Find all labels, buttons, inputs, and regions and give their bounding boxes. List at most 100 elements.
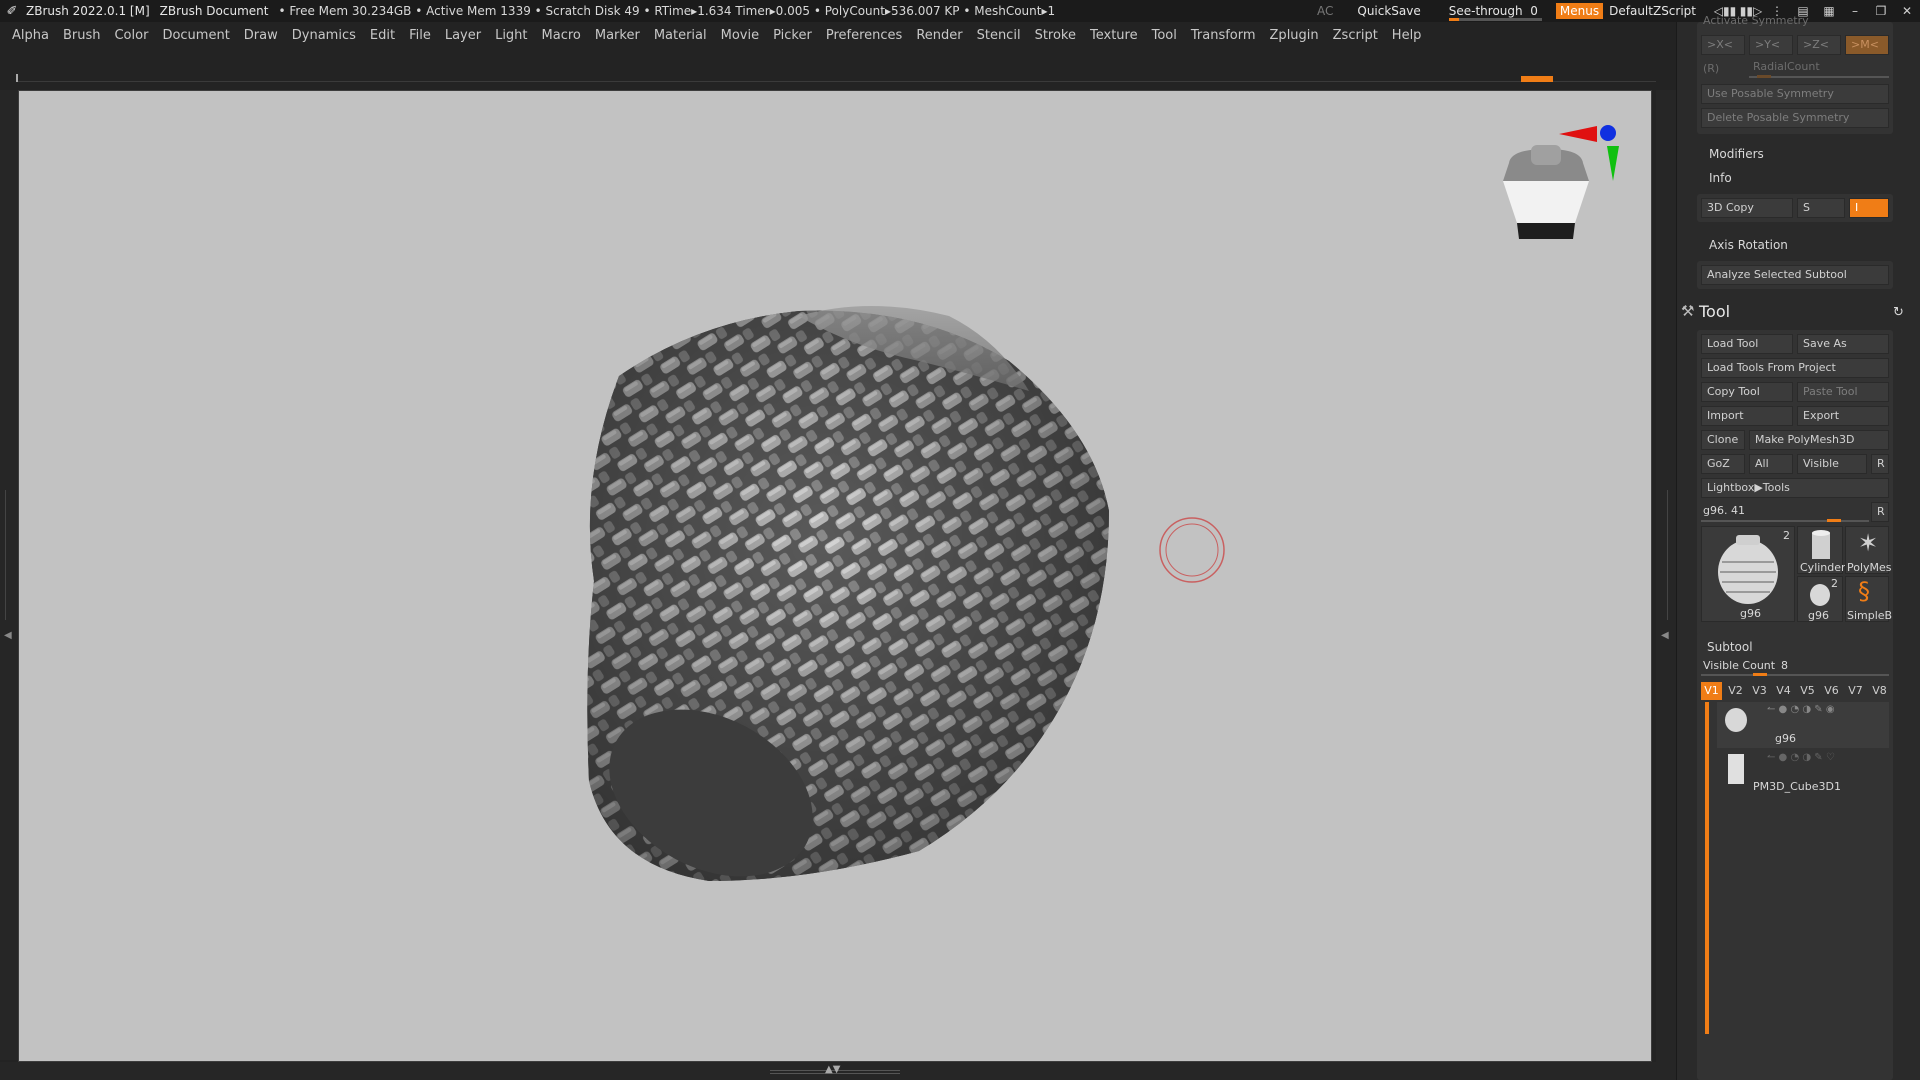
menu-picker[interactable]: Picker <box>773 28 812 43</box>
goz-visible-button[interactable]: Visible <box>1797 454 1867 474</box>
menu-draw[interactable]: Draw <box>244 28 278 43</box>
menu-movie[interactable]: Movie <box>721 28 759 43</box>
menu-transform[interactable]: Transform <box>1191 28 1256 43</box>
menu-stroke[interactable]: Stroke <box>1035 28 1076 43</box>
tab-v4[interactable]: V4 <box>1773 682 1794 700</box>
tab-v2[interactable]: V2 <box>1725 682 1746 700</box>
menu-dynamics[interactable]: Dynamics <box>292 28 356 43</box>
3d-copy-button[interactable]: 3D Copy <box>1701 198 1793 218</box>
menu-light[interactable]: Light <box>495 28 527 43</box>
menu-document[interactable]: Document <box>162 28 229 43</box>
shelf-marker[interactable] <box>1521 76 1553 82</box>
subtool-list-scrollbar[interactable] <box>1705 702 1709 1034</box>
use-posable-symmetry-button[interactable]: Use Posable Symmetry <box>1701 84 1889 104</box>
right-tray-grip[interactable] <box>1662 490 1668 620</box>
sym-y-button[interactable]: >Y< <box>1749 35 1793 55</box>
make-polymesh3d-button[interactable]: Make PolyMesh3D <box>1749 430 1889 450</box>
subtool-item-pm3d-cube[interactable]: ↼ ● ◔ ◑ ✎ ♡ PM3D_Cube3D1 <box>1717 750 1889 796</box>
quicksave-button[interactable]: QuickSave <box>1357 4 1420 18</box>
sym-z-button[interactable]: >Z< <box>1797 35 1841 55</box>
tool-thumb-simpleb[interactable]: § SimpleB <box>1845 576 1892 622</box>
goz-r-button[interactable]: R <box>1871 454 1889 474</box>
document-canvas[interactable] <box>18 90 1652 1062</box>
load-tool-button[interactable]: Load Tool <box>1701 334 1793 354</box>
menus-toggle[interactable]: Menus <box>1555 3 1604 19</box>
left-tray-grip[interactable] <box>5 490 11 620</box>
lightbox-tools-button[interactable]: Lightbox▶Tools <box>1701 478 1889 498</box>
subtool-subpalette-title[interactable]: Subtool <box>1707 640 1753 654</box>
tool-palette-title[interactable]: Tool <box>1699 302 1730 321</box>
y-axis-arrow[interactable] <box>1607 146 1619 181</box>
load-tools-from-project-button[interactable]: Load Tools From Project <box>1701 358 1889 378</box>
goz-button[interactable]: GoZ <box>1701 454 1745 474</box>
window-layout-alt-icon[interactable]: ▦ <box>1816 4 1842 18</box>
menu-preferences[interactable]: Preferences <box>826 28 902 43</box>
menu-edit[interactable]: Edit <box>370 28 395 43</box>
tab-v3[interactable]: V3 <box>1749 682 1770 700</box>
subtool-cube-toggle-icons[interactable]: ↼ ● ◔ ◑ ✎ ♡ <box>1767 752 1835 763</box>
radial-r-label[interactable]: (R) <box>1703 62 1719 75</box>
menu-alpha[interactable]: Alpha <box>12 28 49 43</box>
clone-button[interactable]: Clone <box>1701 430 1745 450</box>
tab-v8[interactable]: V8 <box>1869 682 1890 700</box>
restore-icon[interactable]: ❐ <box>1868 4 1894 18</box>
menu-zscript[interactable]: Zscript <box>1333 28 1378 43</box>
import-button[interactable]: Import <box>1701 406 1793 426</box>
x-axis-arrow[interactable] <box>1559 126 1597 142</box>
analyze-selected-subtool-button[interactable]: Analyze Selected Subtool <box>1701 265 1889 285</box>
menu-layer[interactable]: Layer <box>445 28 481 43</box>
menu-brush[interactable]: Brush <box>63 28 101 43</box>
modifiers-subpalette[interactable]: Modifiers <box>1709 147 1764 161</box>
menu-help[interactable]: Help <box>1392 28 1422 43</box>
save-as-button[interactable]: Save As <box>1797 334 1889 354</box>
tool-thumb-cylinder[interactable]: Cylinder <box>1797 526 1846 574</box>
tab-v6[interactable]: V6 <box>1821 682 1842 700</box>
expand-left-tray-icon[interactable]: ◀ <box>4 630 12 641</box>
tool-reset-icon[interactable]: ↻ <box>1893 305 1904 320</box>
axis-rotation-subpalette[interactable]: Axis Rotation <box>1709 238 1788 252</box>
current-tool-r-button[interactable]: R <box>1871 502 1889 522</box>
tool-thumb-polymesh[interactable]: ✶ PolyMes <box>1845 526 1892 574</box>
visible-count-track[interactable] <box>1701 674 1889 676</box>
menu-tool[interactable]: Tool <box>1152 28 1177 43</box>
default-zscript-button[interactable]: DefaultZScript <box>1609 4 1696 18</box>
see-through-slider[interactable]: See-through 0 <box>1448 4 1542 21</box>
tab-v7[interactable]: V7 <box>1845 682 1866 700</box>
menu-marker[interactable]: Marker <box>595 28 640 43</box>
menu-color[interactable]: Color <box>114 28 148 43</box>
radial-count-label[interactable]: RadialCount <box>1753 60 1820 73</box>
z-axis-dot[interactable] <box>1600 125 1616 141</box>
copy3d-s-button[interactable]: S <box>1797 198 1845 218</box>
tool-thumb-g96-small[interactable]: 2 g96 <box>1797 576 1843 622</box>
collapse-right-tray-icon[interactable]: ◀ <box>1661 630 1669 641</box>
menu-macro[interactable]: Macro <box>542 28 581 43</box>
menu-file[interactable]: File <box>409 28 431 43</box>
menu-material[interactable]: Material <box>654 28 707 43</box>
info-subpalette[interactable]: Info <box>1709 171 1732 185</box>
tab-v1[interactable]: V1 <box>1701 682 1722 700</box>
close-icon[interactable]: ✕ <box>1894 4 1920 18</box>
menu-texture[interactable]: Texture <box>1090 28 1138 43</box>
menu-render[interactable]: Render <box>916 28 962 43</box>
activate-symmetry-label[interactable]: Activate Symmetry <box>1703 14 1809 27</box>
expand-bottom-tray-icon[interactable]: ▲▼ <box>825 1064 840 1075</box>
paste-tool-button[interactable]: Paste Tool <box>1797 382 1889 402</box>
current-tool-track[interactable] <box>1701 520 1869 522</box>
export-button[interactable]: Export <box>1797 406 1889 426</box>
sym-x-button[interactable]: >X< <box>1701 35 1745 55</box>
menu-stencil[interactable]: Stencil <box>977 28 1021 43</box>
minimize-icon[interactable]: – <box>1842 4 1868 18</box>
copy-tool-button[interactable]: Copy Tool <box>1701 382 1793 402</box>
subtool-g96-toggle-icons[interactable]: ↼ ● ◔ ◑ ✎ ◉ <box>1767 704 1835 715</box>
goz-all-button[interactable]: All <box>1749 454 1793 474</box>
tab-v5[interactable]: V5 <box>1797 682 1818 700</box>
subtool-item-g96[interactable]: ↼ ● ◔ ◑ ✎ ◉ g96 <box>1717 702 1889 748</box>
delete-posable-symmetry-button[interactable]: Delete Posable Symmetry <box>1701 108 1889 128</box>
sym-m-button[interactable]: >M< <box>1845 35 1889 55</box>
orientation-gizmo[interactable] <box>1503 125 1619 239</box>
copy3d-i-button[interactable]: I <box>1849 198 1889 218</box>
current-tool-label[interactable]: g96. 41 <box>1703 504 1745 517</box>
ac-label[interactable]: AC <box>1317 4 1333 18</box>
tool-thumb-g96-main[interactable]: 2 g96 <box>1701 526 1795 622</box>
menu-zplugin[interactable]: Zplugin <box>1270 28 1319 43</box>
